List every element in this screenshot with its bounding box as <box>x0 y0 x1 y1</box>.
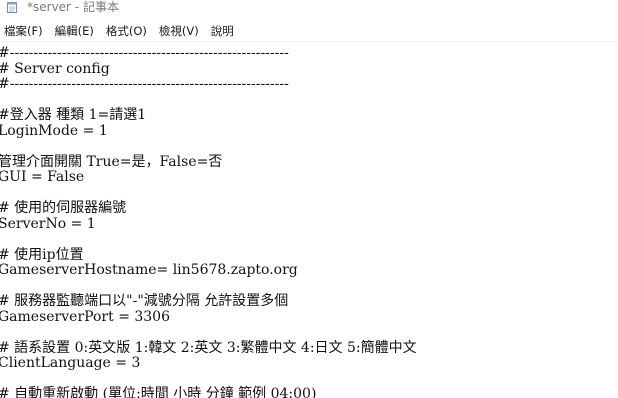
editor-line: 管理介面開關 True=是，False=否 <box>0 153 223 170</box>
editor-line: #---------------------------------------… <box>0 76 289 92</box>
editor-line: LoginMode = 1 <box>0 122 108 139</box>
menu-file[interactable]: 檔案(F) <box>0 21 47 41</box>
editor-line: GameserverPort = 3306 <box>0 308 170 325</box>
title-bar[interactable]: *server - 記事本 <box>0 0 618 17</box>
editor-line: #登入器 種類 1=請選1 <box>0 107 147 123</box>
notepad-window: *server - 記事本 檔案(F) 編輯(E) 格式(O) 檢視(V) 說明 #--… <box>0 0 618 398</box>
editor-line: # 服務器監聽端口以"-"減號分隔 允許設置多個 <box>0 293 289 309</box>
editor-line: #---------------------------------------… <box>0 45 289 61</box>
editor-line: # 使用ip位置 <box>0 246 84 263</box>
editor-line: # 自動重新啟動 (單位:時間 小時 分鐘 範例 04:00) <box>0 386 317 398</box>
editor-line: GUI = False <box>0 169 85 185</box>
menu-edit[interactable]: 編輯(E) <box>50 21 98 41</box>
notepad-icon <box>7 2 17 13</box>
editor-line: # 使用的伺服器編號 <box>0 200 127 216</box>
editor-line: # 語系設置 0:英文版 1:韓文 2:英文 3:繁體中文 4:日文 5:簡體中… <box>0 339 417 356</box>
menu-bar: 檔案(F) 編輯(E) 格式(O) 檢視(V) 說明 <box>0 21 618 41</box>
text-editor-area[interactable]: #---------------------------------------… <box>0 42 618 398</box>
editor-line: # Server config <box>0 60 110 77</box>
menu-view[interactable]: 檢視(V) <box>154 21 203 41</box>
editor-line: ServerNo = 1 <box>0 215 96 232</box>
window-title: *server - 記事本 <box>27 0 119 14</box>
menu-help[interactable]: 說明 <box>206 21 238 41</box>
editor-line: GameserverHostname= lin5678.zapto.org <box>0 262 298 278</box>
editor-line: ClientLanguage = 3 <box>0 355 141 371</box>
menu-format[interactable]: 格式(O) <box>101 21 151 41</box>
